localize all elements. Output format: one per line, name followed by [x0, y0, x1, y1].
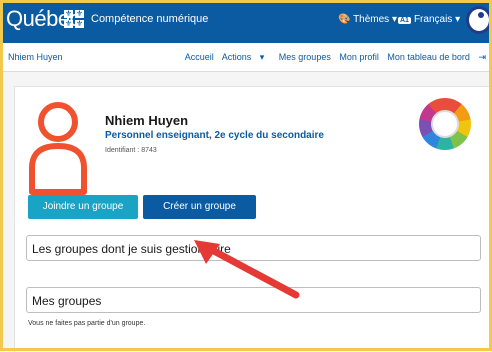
- themes-menu[interactable]: 🎨 Thèmes ▾: [338, 14, 397, 25]
- chevron-down-icon: ▾: [257, 52, 265, 62]
- annotation-arrow: [194, 240, 300, 299]
- profile-role: Personnel enseignant, 2e cycle du second…: [105, 130, 324, 141]
- nav-links: Accueil Actions ▾ Mes groupes Mon profil…: [185, 52, 492, 63]
- nav-link-home[interactable]: Accueil: [185, 52, 214, 62]
- nav-link-my-groups[interactable]: Mes groupes: [279, 52, 331, 62]
- language-icon: A1: [398, 17, 411, 24]
- competency-wheel-logo: [419, 98, 471, 150]
- top-header: Québec ⚜ ⚜ ⚜ ⚜ Compétence numérique 🎨 Thème…: [0, 0, 492, 43]
- user-avatar-icon: [29, 102, 87, 195]
- logout-icon[interactable]: ⇥: [478, 52, 486, 62]
- my-groups-heading: Mes groupes: [32, 294, 102, 308]
- profile-identifier: Identifiant : 8743: [105, 147, 157, 154]
- nav-user-name[interactable]: Nhiem Huyen: [8, 52, 63, 62]
- palette-icon: 🎨: [338, 14, 354, 25]
- app-title[interactable]: Compétence numérique: [91, 13, 208, 25]
- nav-link-dashboard[interactable]: Mon tableau de bord: [387, 52, 470, 62]
- fleurdelise-icon: ⚜ ⚜ ⚜ ⚜: [64, 9, 84, 28]
- language-menu[interactable]: A1 Français ▾: [398, 14, 460, 25]
- join-group-button[interactable]: Joindre un groupe: [28, 195, 138, 219]
- chevron-down-icon: ▾: [452, 14, 461, 25]
- create-group-button[interactable]: Créer un groupe: [143, 195, 256, 219]
- wheel-center: [431, 110, 459, 138]
- accessibility-icon[interactable]: [466, 6, 492, 34]
- nav-link-profile[interactable]: Mon profil: [339, 52, 379, 62]
- profile-name: Nhiem Huyen: [105, 113, 189, 128]
- chevron-down-icon: ▾: [389, 14, 397, 25]
- secondary-nav: Nhiem Huyen Accueil Actions ▾ Mes groupe…: [0, 43, 492, 72]
- my-groups-empty-note: Vous ne faites pas partie d'un groupe.: [28, 320, 146, 327]
- nav-link-actions[interactable]: Actions ▾: [222, 52, 271, 62]
